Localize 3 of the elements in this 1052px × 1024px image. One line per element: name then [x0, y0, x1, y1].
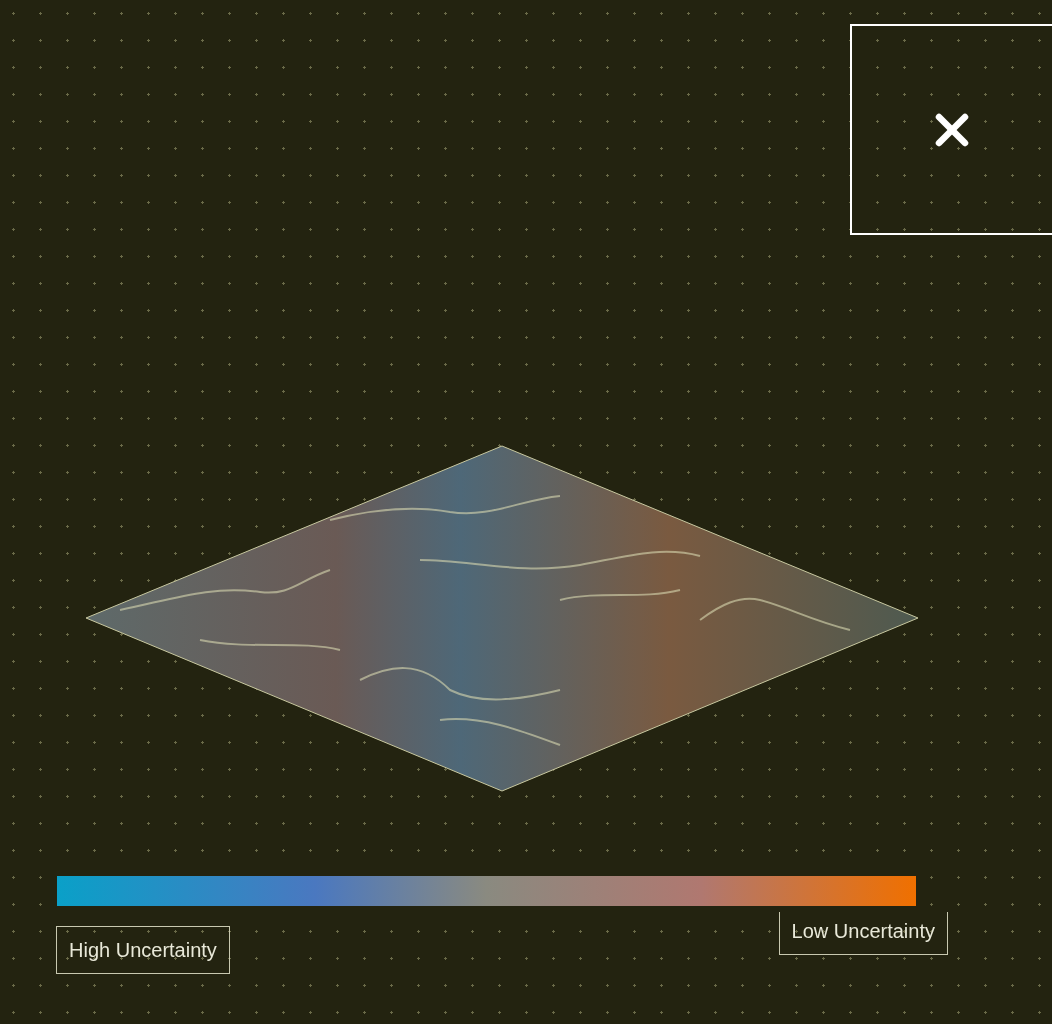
legend-label: High Uncertainty	[56, 926, 230, 974]
legend-label: Low Uncertainty	[778, 912, 948, 955]
close-button[interactable]	[850, 24, 1052, 235]
